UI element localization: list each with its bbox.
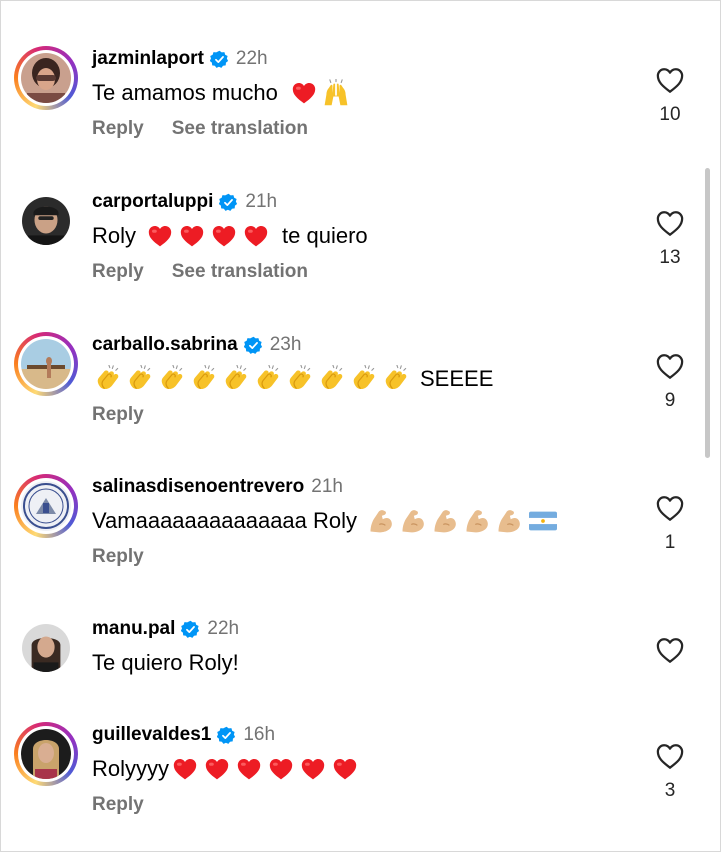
like-column: 13: [650, 209, 690, 269]
comment-text-content: Vamaaaaaaaaaaaaaa Roly: [92, 508, 358, 533]
username[interactable]: carballo.sabrina: [92, 334, 238, 356]
comment-text-suffix: te quiero: [282, 223, 368, 248]
comment-text: Vamaaaaaaaaaaaaaa Roly: [92, 504, 557, 538]
timestamp: 22h: [235, 48, 268, 69]
clapping-hands-icon: [350, 365, 378, 393]
clapping-hands-icon: [254, 365, 282, 393]
comment-text-content: SEEEE: [420, 366, 494, 391]
clapping-hands-icon: [222, 365, 250, 393]
see-translation-button[interactable]: See translation: [172, 261, 308, 283]
like-column: [650, 636, 690, 664]
like-count: 13: [659, 247, 681, 268]
like-column: 9: [650, 352, 690, 412]
timestamp: 16h: [243, 724, 276, 745]
comment-text: Te quiero Roly!: [92, 646, 239, 680]
avatar-wrapper[interactable]: [14, 189, 78, 253]
red-heart-icon: [300, 757, 326, 781]
username[interactable]: salinasdisenoentrevero: [92, 476, 304, 498]
timestamp: 21h: [245, 191, 278, 212]
red-heart-icon: [204, 757, 230, 781]
like-column: 3: [650, 742, 690, 802]
avatar-story-ring[interactable]: [14, 722, 78, 786]
comment-text: SEEEE: [92, 362, 493, 396]
comment-text: Roly te quiero: [92, 219, 368, 253]
avatar-story-ring[interactable]: [14, 332, 78, 396]
red-heart-icon: [291, 81, 317, 105]
verified-badge-icon: [210, 50, 229, 69]
username[interactable]: manu.pal: [92, 618, 175, 640]
comment-text: Rolyyyy: [92, 752, 361, 786]
verified-badge-icon: [217, 726, 236, 745]
username[interactable]: carportaluppi: [92, 191, 213, 213]
verified-badge-icon: [219, 193, 238, 212]
flexed-biceps-icon: [367, 507, 395, 535]
timestamp: 23h: [269, 334, 302, 355]
clapping-hands-icon: [126, 365, 154, 393]
red-heart-icon: [332, 757, 358, 781]
comment-text-content: Rolyyyy: [92, 756, 170, 781]
red-heart-icon: [268, 757, 294, 781]
flexed-biceps-icon: [431, 507, 459, 535]
red-heart-icon: [243, 224, 269, 248]
clapping-hands-icon: [94, 365, 122, 393]
like-heart-icon[interactable]: [655, 494, 685, 522]
like-count: 3: [664, 780, 676, 801]
like-column: 10: [650, 66, 690, 126]
red-heart-icon: [211, 224, 237, 248]
avatar: [21, 729, 71, 779]
flexed-biceps-icon: [399, 507, 427, 535]
avatar-wrapper[interactable]: [14, 616, 78, 680]
see-translation-button[interactable]: See translation: [172, 118, 308, 140]
like-count: 1: [664, 532, 676, 553]
red-heart-icon: [236, 757, 262, 781]
timestamp: 22h: [207, 618, 240, 639]
verified-badge-icon: [181, 620, 200, 639]
like-heart-icon[interactable]: [655, 66, 685, 94]
verified-badge-icon: [244, 336, 263, 355]
reply-button[interactable]: Reply: [92, 118, 144, 140]
clapping-hands-icon: [286, 365, 314, 393]
comment-text-content: Te quiero Roly!: [92, 650, 239, 675]
reply-button[interactable]: Reply: [92, 546, 144, 568]
avatar: [22, 197, 70, 245]
avatar: [21, 481, 71, 531]
avatar-story-ring[interactable]: [14, 46, 78, 110]
comment-text: Te amamos mucho: [92, 76, 352, 110]
scrollbar[interactable]: [705, 168, 710, 458]
avatar: [21, 339, 71, 389]
like-heart-icon[interactable]: [655, 636, 685, 664]
avatar-story-ring[interactable]: [14, 474, 78, 538]
flexed-biceps-icon: [495, 507, 523, 535]
avatar: [22, 624, 70, 672]
avatar: [21, 53, 71, 103]
raising-hands-icon: [322, 79, 350, 107]
reply-button[interactable]: Reply: [92, 404, 144, 426]
red-heart-icon: [179, 224, 205, 248]
reply-button[interactable]: Reply: [92, 261, 144, 283]
red-heart-icon: [147, 224, 173, 248]
comment-text-content: Roly: [92, 223, 137, 248]
reply-button[interactable]: Reply: [92, 794, 144, 816]
like-heart-icon[interactable]: [655, 209, 685, 237]
like-heart-icon[interactable]: [655, 742, 685, 770]
flexed-biceps-icon: [463, 507, 491, 535]
clapping-hands-icon: [318, 365, 346, 393]
red-heart-icon: [172, 757, 198, 781]
like-heart-icon[interactable]: [655, 352, 685, 380]
username[interactable]: guillevaldes1: [92, 724, 211, 746]
argentina-flag-icon: [529, 511, 557, 531]
like-count: 10: [659, 104, 681, 125]
username[interactable]: jazminlaport: [92, 48, 204, 70]
clapping-hands-icon: [190, 365, 218, 393]
like-count: 9: [664, 390, 676, 411]
clapping-hands-icon: [158, 365, 186, 393]
timestamp: 21h: [311, 476, 343, 497]
clapping-hands-icon: [382, 365, 410, 393]
comment-text-content: Te amamos mucho: [92, 80, 278, 105]
like-column: 1: [650, 494, 690, 554]
